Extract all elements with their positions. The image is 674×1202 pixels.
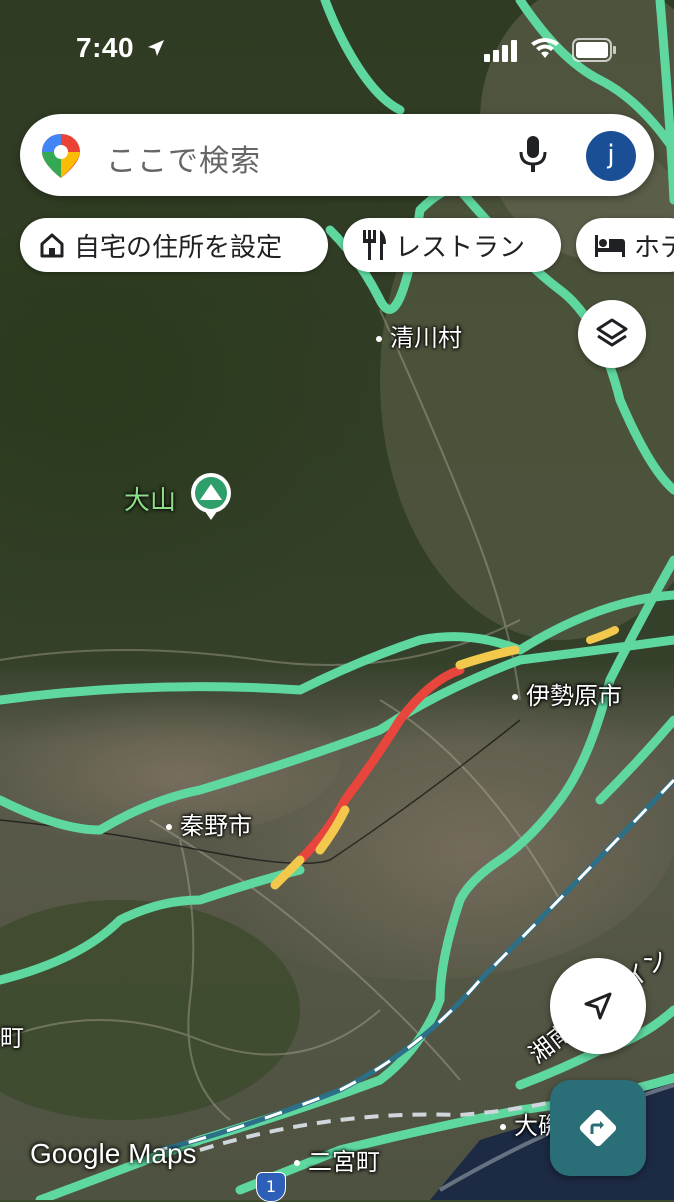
place-name: 二宮町 — [308, 1148, 380, 1176]
place-label-left-edge[interactable]: 町 — [0, 1018, 24, 1053]
mountain-pin-icon[interactable] — [190, 472, 232, 522]
my-location-button[interactable] — [550, 958, 646, 1054]
microphone-icon[interactable] — [518, 136, 548, 174]
chip-label: 自宅の住所を設定 — [74, 232, 283, 263]
hotel-icon — [595, 235, 625, 257]
cellular-signal-icon — [484, 40, 517, 62]
place-name: 清川村 — [390, 324, 462, 352]
chip-label: ホテ — [634, 232, 674, 263]
search-bar[interactable]: ここで検索 j — [20, 114, 654, 196]
place-dot — [166, 824, 172, 830]
place-label-kiyokawa[interactable]: 清川村 — [376, 318, 462, 353]
status-bar: 7:40 — [0, 0, 674, 100]
directions-icon — [579, 1109, 617, 1147]
google-maps-pin-icon — [42, 134, 80, 178]
place-name: 秦野市 — [180, 812, 252, 840]
chip-restaurants[interactable]: レストラン — [343, 218, 561, 272]
place-name: 伊勢原市 — [526, 682, 622, 710]
place-label-hadano[interactable]: 秦野市 — [166, 806, 252, 841]
place-label-ninomiya[interactable]: 二宮町 — [294, 1142, 380, 1177]
chip-hotels[interactable]: ホテ — [576, 218, 674, 272]
layers-icon — [596, 318, 628, 347]
place-label-isehara[interactable]: 伊勢原市 — [512, 676, 622, 711]
place-dot — [376, 336, 382, 342]
directions-button[interactable] — [550, 1080, 646, 1176]
search-input[interactable]: ここで検索 — [106, 136, 261, 180]
place-label-oyama[interactable]: 大山 — [124, 480, 176, 517]
chip-set-home-address[interactable]: 自宅の住所を設定 — [20, 218, 328, 272]
chip-label: レストラン — [395, 232, 526, 263]
place-dot — [512, 694, 518, 700]
wifi-icon — [531, 38, 559, 58]
battery-icon — [572, 38, 616, 62]
account-avatar[interactable]: j — [586, 131, 636, 181]
place-dot — [500, 1124, 506, 1130]
location-arrow-icon — [148, 40, 164, 56]
google-maps-logo: Google Maps — [30, 1138, 197, 1169]
restaurant-icon — [363, 230, 386, 260]
status-time: 7:40 — [76, 32, 135, 63]
home-icon — [40, 233, 64, 258]
navigation-arrow-icon — [584, 992, 612, 1020]
place-dot — [294, 1160, 300, 1166]
map-layers-button[interactable] — [578, 300, 646, 368]
route-1-shield: 1 — [256, 1172, 286, 1202]
